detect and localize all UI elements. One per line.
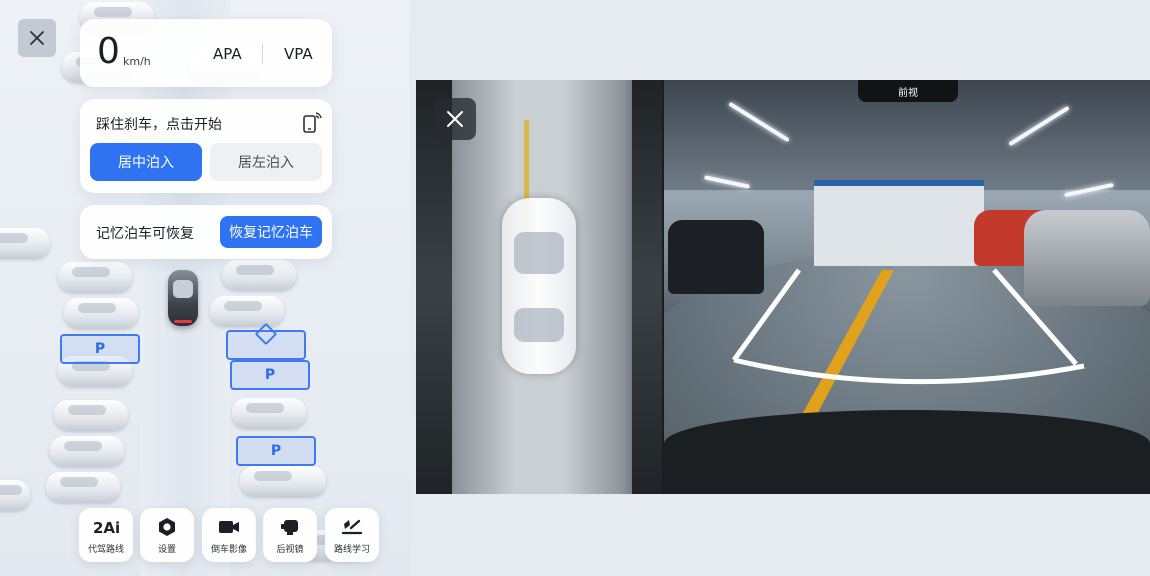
parked-car — [50, 436, 124, 466]
parked-car — [0, 480, 30, 510]
close-camera-button[interactable] — [434, 98, 476, 140]
close-button[interactable] — [18, 19, 56, 57]
parking-bay[interactable]: P — [236, 436, 316, 466]
memory-parking-card: 记忆泊车可恢复 恢复记忆泊车 — [80, 205, 332, 259]
toolbar-route-learning[interactable]: 路线学习 — [325, 508, 379, 562]
parking-bay[interactable]: P — [60, 334, 140, 364]
mode-apa-tab[interactable]: APA — [213, 45, 242, 63]
parked-car — [210, 296, 284, 326]
phone-signal-icon — [303, 112, 322, 133]
parking-action-card: 踩住刹车，点击开始 居中泊入 居左泊入 — [80, 99, 332, 193]
speed-card: 0 km/h APA VPA — [80, 19, 332, 87]
memory-parking-text: 记忆泊车可恢复 — [96, 226, 194, 242]
route-learn-icon — [341, 516, 363, 538]
camera-vignette — [664, 410, 1150, 494]
mirror-icon — [280, 516, 300, 538]
toolbar-ai-route[interactable]: 2Ai 代驾路线 — [79, 508, 133, 562]
park-center-button[interactable]: 居中泊入 — [90, 143, 202, 181]
toolbar-label: 设置 — [157, 544, 176, 555]
parking-bay[interactable]: P — [230, 360, 310, 390]
pillar-right — [632, 80, 662, 494]
surround-view-camera — [416, 80, 662, 494]
parked-car — [0, 228, 50, 258]
gear-icon — [157, 516, 177, 538]
front-view-label: 前视 — [858, 80, 958, 102]
park-left-button[interactable]: 居左泊入 — [210, 143, 322, 181]
ego-vehicle — [168, 270, 198, 326]
toolbar-reverse-camera[interactable]: 倒车影像 — [202, 508, 256, 562]
toolbar-rear-mirror[interactable]: 后视镜 — [263, 508, 317, 562]
parked-car — [232, 398, 306, 428]
close-icon — [447, 111, 463, 127]
pillar-left — [416, 80, 452, 494]
speed-value: 0 — [97, 31, 120, 72]
toolbar-label: 路线学习 — [333, 544, 370, 555]
parked-car — [54, 400, 128, 430]
restore-memory-button[interactable]: 恢复记忆泊车 — [220, 216, 322, 248]
parked-car — [64, 298, 138, 328]
parked-car — [58, 262, 132, 292]
ai-route-icon: 2Ai — [93, 516, 119, 538]
close-icon — [30, 31, 44, 45]
mode-divider — [262, 44, 263, 64]
svg-text:2Ai: 2Ai — [93, 519, 119, 536]
mode-vpa-tab[interactable]: VPA — [284, 45, 313, 63]
toolbar-settings[interactable]: 设置 — [140, 508, 194, 562]
brake-hint-text: 踩住刹车，点击开始 — [96, 117, 222, 133]
toolbar-label: 代驾路线 — [87, 544, 124, 555]
parked-car — [240, 466, 326, 496]
parked-car — [222, 260, 296, 290]
ego-vehicle-topdown — [502, 198, 576, 374]
speed-unit: km/h — [123, 55, 151, 68]
front-view-camera: 前视 — [664, 80, 1150, 494]
camera-icon — [218, 516, 240, 538]
toolbar-label: 后视镜 — [276, 544, 304, 555]
parked-car — [46, 472, 120, 502]
toolbar-label: 倒车影像 — [210, 544, 247, 555]
